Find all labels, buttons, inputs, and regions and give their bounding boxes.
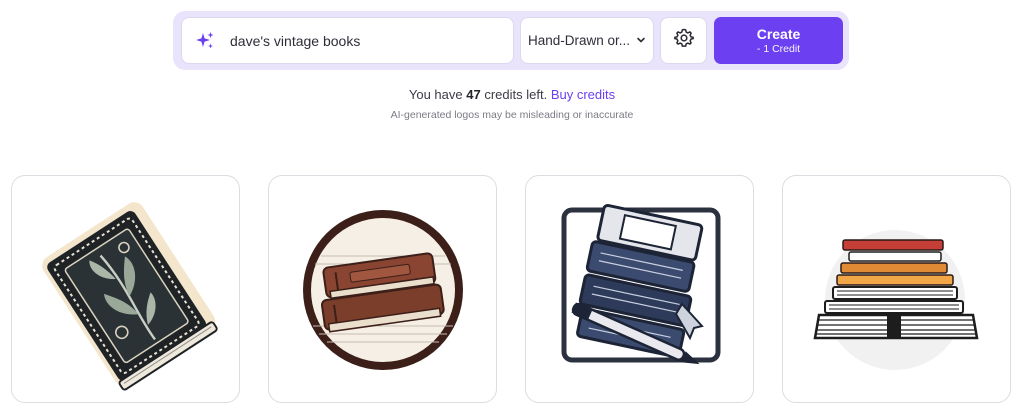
credits-prefix: You have bbox=[408, 87, 463, 102]
buy-credits-link[interactable]: Buy credits bbox=[551, 87, 615, 102]
style-dropdown[interactable]: Hand-Drawn or... bbox=[520, 17, 654, 64]
logo-result-card[interactable] bbox=[782, 175, 1011, 403]
stacked-books-logo bbox=[813, 230, 979, 370]
gear-icon bbox=[673, 28, 694, 53]
books-and-pen-logo bbox=[561, 203, 721, 365]
logo-result-card[interactable] bbox=[11, 175, 240, 403]
generator-bar: dave's vintage books Hand-Drawn or... Cr… bbox=[173, 11, 849, 70]
ornate-book-logo bbox=[42, 202, 218, 391]
create-label: Create bbox=[756, 25, 801, 42]
sparkle-icon bbox=[194, 30, 216, 52]
disclaimer-text: AI-generated logos may be misleading or … bbox=[390, 109, 634, 121]
credits-line: You have 47 credits left. Buy credits bbox=[0, 87, 1024, 102]
chevron-down-icon bbox=[636, 33, 646, 48]
book-stack-circle-logo bbox=[303, 210, 463, 370]
credits-suffix: credits left. bbox=[484, 87, 548, 102]
create-button[interactable]: Create - 1 Credit bbox=[714, 17, 843, 64]
prompt-value: dave's vintage books bbox=[230, 32, 361, 49]
logo-result-card[interactable] bbox=[525, 175, 754, 403]
prompt-input[interactable]: dave's vintage books bbox=[181, 17, 514, 64]
settings-button[interactable] bbox=[660, 17, 707, 64]
logo-result-card[interactable] bbox=[268, 175, 497, 403]
style-value: Hand-Drawn or... bbox=[527, 33, 631, 48]
create-cost: - 1 Credit bbox=[756, 42, 801, 55]
credits-count: 47 bbox=[466, 87, 481, 102]
